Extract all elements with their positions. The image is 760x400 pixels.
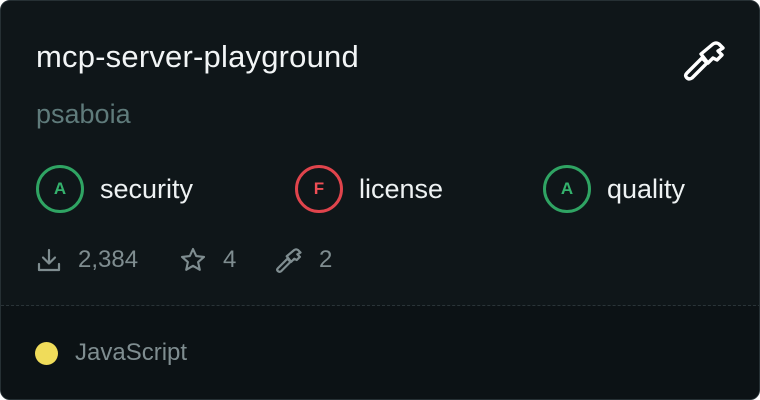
download-icon <box>37 248 61 272</box>
grade-badge-license: F <box>295 165 343 213</box>
tools-count: 2 <box>319 246 333 273</box>
language-color-dot <box>35 342 58 365</box>
stat-tools: 2 <box>273 241 332 279</box>
stat-stars: 4 <box>179 241 236 279</box>
server-card[interactable]: mcp-server-playground psaboia A security… <box>0 0 760 400</box>
language-name: JavaScript <box>75 339 188 366</box>
grade-security: A security <box>36 165 193 213</box>
grade-quality: A quality <box>543 165 685 213</box>
hammer-icon <box>683 41 725 81</box>
downloads-count: 2,384 <box>78 246 139 273</box>
grade-badge-security: A <box>36 165 84 213</box>
owner-name[interactable]: psaboia <box>36 99 131 130</box>
grade-label-license: license <box>359 173 444 204</box>
stat-downloads: 2,384 <box>36 241 138 279</box>
hammer-icon <box>276 248 302 273</box>
grade-license: F license <box>295 165 443 213</box>
grade-label-quality: quality <box>607 173 686 204</box>
grade-badge-quality: A <box>543 165 591 213</box>
stars-count: 4 <box>223 246 237 273</box>
star-icon <box>180 247 206 271</box>
server-title[interactable]: mcp-server-playground <box>36 39 359 75</box>
grade-label-security: security <box>100 173 194 204</box>
